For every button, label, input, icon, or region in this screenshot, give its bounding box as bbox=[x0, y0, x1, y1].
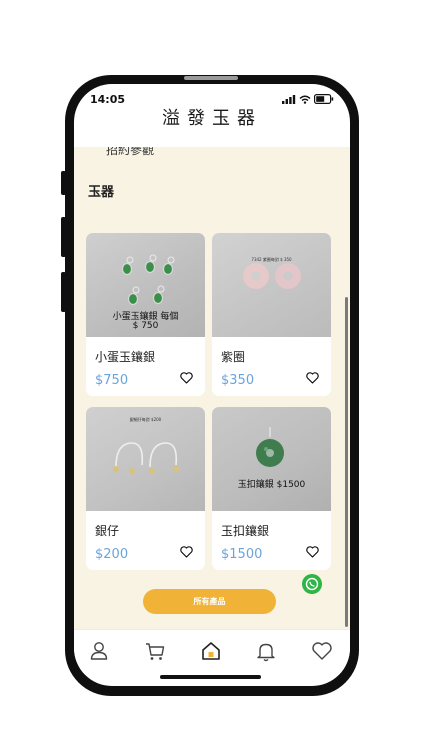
all-products-button[interactable]: 所有產品 bbox=[143, 589, 276, 614]
section-title: 玉器 bbox=[88, 185, 115, 200]
product-image[interactable]: 玉扣鑲銀 $1500 bbox=[212, 407, 331, 511]
bell-icon[interactable] bbox=[255, 640, 277, 662]
product-name: 銀仔 bbox=[95, 524, 120, 538]
profile-icon[interactable] bbox=[88, 640, 110, 662]
whatsapp-icon bbox=[305, 577, 319, 591]
product-card[interactable]: 玉扣鑲銀 $1500 玉扣鑲銀 $1500 bbox=[212, 407, 331, 570]
image-caption: 玉扣鑲銀 $1500 bbox=[237, 480, 306, 490]
battery-icon bbox=[314, 94, 334, 104]
product-card[interactable]: 小蛋玉鑲銀 每個 $ 750 小蛋玉鑲銀 $750 bbox=[86, 233, 205, 396]
heart-icon[interactable] bbox=[306, 372, 319, 384]
side-button bbox=[61, 217, 66, 257]
heart-icon[interactable] bbox=[306, 546, 319, 558]
wifi-icon bbox=[299, 95, 311, 104]
favorites-heart-icon[interactable] bbox=[311, 640, 333, 662]
home-indicator bbox=[160, 675, 261, 679]
heart-icon[interactable] bbox=[180, 546, 193, 558]
cart-icon[interactable] bbox=[144, 640, 166, 662]
purple-rings-image bbox=[243, 263, 301, 289]
side-button bbox=[61, 171, 66, 195]
product-price: $750 bbox=[95, 373, 129, 388]
product-image[interactable]: 7342 紫圈每對 $ 350 bbox=[212, 233, 331, 337]
previous-section-label: 招約參觀 bbox=[106, 147, 155, 157]
home-icon[interactable] bbox=[200, 640, 222, 662]
side-button bbox=[354, 244, 359, 302]
top-speaker bbox=[184, 76, 238, 80]
app-screen: 14:05 溢發玉器 招約參觀 玉器 小蛋玉鑲銀 每個 $ 750 小蛋玉鑲銀 … bbox=[74, 84, 350, 686]
whatsapp-button[interactable] bbox=[302, 574, 322, 594]
image-caption-price: $ 750 bbox=[132, 321, 159, 331]
product-card[interactable]: 銀細仔每對 $200 銀仔 $200 bbox=[86, 407, 205, 570]
product-name: 小蛋玉鑲銀 bbox=[95, 350, 156, 364]
product-name: 玉扣鑲銀 bbox=[221, 524, 270, 538]
product-image[interactable]: 小蛋玉鑲銀 每個 $ 750 bbox=[86, 233, 205, 337]
status-icons bbox=[282, 94, 334, 104]
app-title: 溢發玉器 bbox=[162, 108, 262, 129]
signal-icon bbox=[282, 94, 296, 104]
product-card[interactable]: 7342 紫圈每對 $ 350 紫圈 $350 bbox=[212, 233, 331, 396]
jade-buckle-image bbox=[256, 427, 284, 467]
bottom-tab-bar bbox=[74, 629, 350, 674]
side-button bbox=[61, 272, 66, 312]
product-list-area: 招約參觀 玉器 小蛋玉鑲銀 每個 $ 750 小蛋玉鑲銀 $750 7342 紫… bbox=[74, 147, 350, 629]
product-price: $350 bbox=[221, 373, 255, 388]
product-image[interactable]: 銀細仔每對 $200 bbox=[86, 407, 205, 511]
product-price: $200 bbox=[95, 547, 129, 562]
product-name: 紫圈 bbox=[221, 350, 246, 364]
scrollbar[interactable] bbox=[345, 297, 348, 627]
silver-hoops-image bbox=[113, 442, 179, 474]
product-price: $1500 bbox=[221, 547, 263, 562]
heart-icon[interactable] bbox=[180, 372, 193, 384]
